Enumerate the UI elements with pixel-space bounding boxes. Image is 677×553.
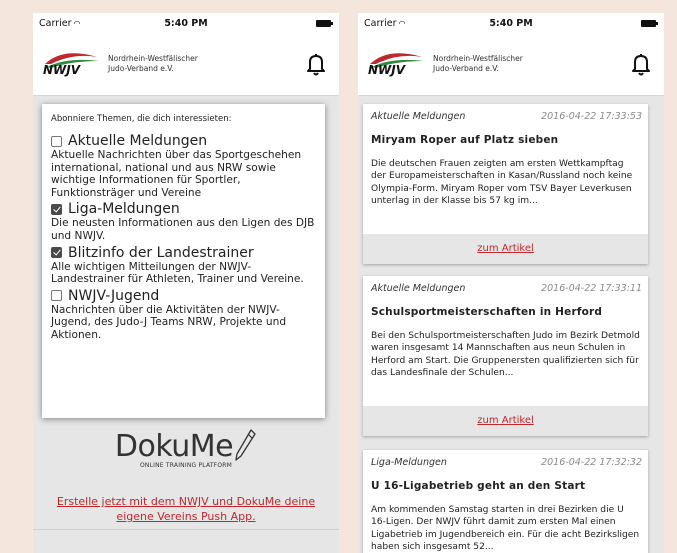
topics-card: Abonniere Themen, die dich interessieten…: [42, 104, 325, 418]
app-header: NWJV Nordrhein-Westfälischer Judo-Verban…: [33, 33, 339, 96]
dokume-logo: DokuMe: [114, 429, 257, 464]
topic-label: NWJV-Jugend: [68, 287, 160, 304]
topic-description: Alle wichtigen Mitteilungen der NWJV-Lan…: [51, 260, 304, 286]
create-app-link[interactable]: Erstelle jetzt mit dem NWJV und DokuMe d…: [43, 494, 329, 524]
topic-description: Die neusten Informationen aus den Ligen …: [51, 217, 315, 242]
news-card[interactable]: Aktuelle Meldungen 2016-04-22 17:33:11 S…: [363, 276, 648, 436]
bell-icon[interactable]: [305, 51, 327, 77]
news-category: Aktuelle Meldungen: [371, 283, 466, 294]
status-bar: Carrier ◠ 5:40 PM: [358, 13, 664, 33]
org-name-line2: Judo-Verband e.V.: [108, 64, 174, 73]
divider: [33, 529, 339, 530]
topic-description: Aktuelle Nachrichten über das Sportgesch…: [51, 149, 302, 199]
news-title: Schulsportmeisterschaften in Herford: [371, 306, 603, 318]
org-name-line2: Judo-Verband e.V.: [433, 64, 499, 73]
topic-checkbox-blitzinfo[interactable]: [51, 247, 62, 259]
read-article-link[interactable]: zum Artikel: [363, 406, 648, 436]
read-article-link[interactable]: zum Artikel: [363, 234, 648, 264]
news-title: Miryam Roper auf Platz sieben: [371, 134, 559, 146]
phone-screen-news: Carrier ◠ 5:40 PM NWJV Nordrhein-Westfäli…: [358, 13, 664, 553]
topic-checkbox-aktuelle-meldungen[interactable]: [51, 135, 62, 147]
news-body: Die deutschen Frauen zeigten am ersten W…: [371, 159, 633, 206]
dokume-brand: DokuMe ONLINE TRAINING PLATFORM: [33, 429, 339, 469]
phone-screen-topics: Carrier ◠ 5:40 PM NWJV Nordrhein-Westfäli…: [33, 13, 339, 553]
battery-icon: [316, 20, 333, 27]
svg-text:NWJV: NWJV: [368, 63, 407, 77]
org-name: Nordrhein-Westfälischer Judo-Verband e.V…: [108, 54, 198, 74]
bell-icon[interactable]: [630, 51, 652, 77]
battery-icon: [641, 20, 658, 27]
topic-label: Liga-Meldungen: [68, 201, 180, 218]
news-meta: Aktuelle Meldungen 2016-04-22 17:33:53: [363, 104, 648, 122]
topic-aktuelle-meldungen[interactable]: Aktuelle Meldungen: [51, 133, 317, 149]
topic-liga-meldungen[interactable]: Liga-Meldungen: [51, 201, 317, 217]
news-date: 2016-04-22 17:33:53: [541, 111, 642, 122]
dokume-logo-text: DokuMe: [114, 429, 234, 464]
nwjv-logo: NWJV: [368, 53, 424, 77]
app-header: NWJV Nordrhein-Westfälischer Judo-Verban…: [358, 33, 664, 96]
news-date: 2016-04-22 17:32:32: [541, 457, 642, 468]
clock: 5:40 PM: [489, 18, 533, 29]
nwjv-logo: NWJV: [43, 53, 99, 77]
org-name: Nordrhein-Westfälischer Judo-Verband e.V…: [433, 54, 523, 74]
topic-label: Aktuelle Meldungen: [68, 133, 208, 149]
news-feed[interactable]: Aktuelle Meldungen 2016-04-22 17:33:53 M…: [358, 96, 664, 553]
pen-icon: [235, 429, 256, 461]
news-body: Bei den Schulsportmeisterschaften Judo i…: [371, 331, 640, 378]
status-bar: Carrier ◠ 5:40 PM: [33, 13, 339, 33]
news-card[interactable]: Liga-Meldungen 2016-04-22 17:32:32 U 16-…: [363, 450, 648, 553]
topics-screen-content: Abonniere Themen, die dich interessieten…: [33, 96, 339, 553]
topic-blitzinfo[interactable]: Blitzinfo der Landestrainer: [51, 245, 317, 261]
topics-intro: Abonniere Themen, die dich interessieten…: [51, 114, 232, 124]
news-title: U 16-Ligabetrieb geht an den Start: [371, 480, 586, 492]
org-name-line1: Nordrhein-Westfälischer: [433, 54, 523, 63]
svg-text:NWJV: NWJV: [43, 63, 82, 77]
topic-nwjv-jugend[interactable]: NWJV-Jugend: [51, 288, 317, 304]
topic-description: Nachrichten über die Aktivitäten der NWJ…: [51, 303, 287, 341]
news-meta: Liga-Meldungen 2016-04-22 17:32:32: [363, 450, 648, 468]
topic-checkbox-liga-meldungen[interactable]: [51, 203, 62, 215]
topic-checkbox-nwjv-jugend[interactable]: [51, 290, 62, 302]
news-body: Am kommenden Samstag starten in drei Bez…: [371, 505, 640, 552]
org-name-line1: Nordrhein-Westfälischer: [108, 54, 198, 63]
news-category: Aktuelle Meldungen: [371, 111, 466, 122]
topic-label: Blitzinfo der Landestrainer: [68, 244, 254, 261]
news-card[interactable]: Aktuelle Meldungen 2016-04-22 17:33:53 M…: [363, 104, 648, 264]
news-date: 2016-04-22 17:33:11: [541, 283, 642, 294]
clock: 5:40 PM: [164, 18, 208, 29]
news-meta: Aktuelle Meldungen 2016-04-22 17:33:11: [363, 276, 648, 294]
news-category: Liga-Meldungen: [371, 457, 447, 468]
